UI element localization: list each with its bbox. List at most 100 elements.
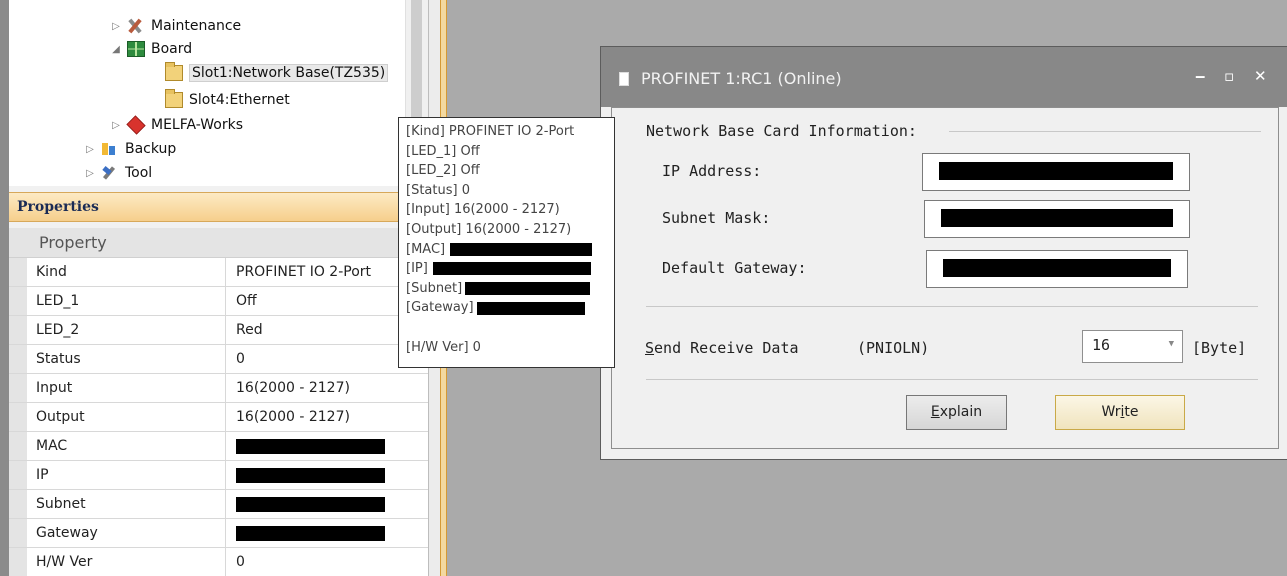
redacted-value	[236, 525, 385, 541]
profinet-dialog: PROFINET 1:RC1 (Online) ‒ ▫ ✕ Network Ba…	[600, 46, 1287, 460]
tooltip-line: [LED_1] Off	[406, 143, 480, 159]
property-value: 0	[236, 554, 245, 570]
tooltip-line: [Input] 16(2000 - 2127)	[406, 202, 560, 218]
default-gateway-label: Default Gateway:	[662, 259, 807, 277]
property-name: H/W Ver	[9, 548, 226, 576]
property-row-status[interactable]: Status 0	[9, 345, 428, 374]
tooltip-line: [Status] 0	[406, 182, 470, 198]
redacted-value	[450, 242, 593, 256]
property-row-mac[interactable]: MAC	[9, 432, 428, 461]
expand-arrow-icon[interactable]: ▷	[83, 168, 97, 179]
property-grid: Property Kind PROFINET IO 2-Port LED_1 Off…	[9, 228, 428, 576]
subnet-mask-field[interactable]	[924, 200, 1190, 238]
property-row-gateway[interactable]: Gateway	[9, 519, 428, 548]
document-icon	[619, 72, 629, 86]
property-name: Kind	[9, 258, 226, 286]
write-button[interactable]: Write	[1055, 395, 1185, 430]
expand-arrow-icon[interactable]: ▷	[109, 120, 123, 131]
expand-arrow-icon[interactable]: ▷	[109, 21, 123, 32]
tree-node-backup[interactable]: ▷ Backup	[83, 138, 176, 160]
minimize-button[interactable]: ‒	[1195, 67, 1205, 85]
ip-address-field[interactable]	[922, 153, 1190, 191]
redacted-value	[236, 438, 385, 454]
parameter-name-label: (PNIOLN)	[857, 339, 930, 357]
dialog-titlebar[interactable]: PROFINET 1:RC1 (Online) ‒ ▫ ✕	[601, 47, 1287, 107]
tooltip-line: [Subnet]	[406, 279, 614, 299]
tree-node-label: Backup	[125, 141, 177, 157]
send-receive-data-label: Send Receive Data	[645, 339, 799, 357]
tooltip-key: [IP]	[406, 261, 428, 277]
tree-node-slot1-network-base[interactable]: Slot1:Network Base(TZ535)	[165, 62, 389, 84]
tree-node-slot4-ethernet[interactable]: Slot4:Ethernet	[165, 89, 290, 111]
left-panel: ▷ Maintenance ◢ Board Slot1:Network Base…	[0, 0, 440, 576]
left-edge-strip	[0, 0, 9, 576]
tooltip-key: [Subnet]	[406, 280, 463, 296]
redacted-value	[465, 282, 591, 296]
tooltip-line: [Output] 16(2000 - 2127)	[406, 221, 572, 237]
slot-info-tooltip: [Kind] PROFINET IO 2-Port [LED_1] Off [L…	[398, 117, 615, 368]
tool-icon	[101, 165, 119, 181]
property-name: Input	[9, 374, 226, 402]
backup-icon	[101, 141, 119, 157]
property-group-header[interactable]: Property	[9, 228, 428, 258]
close-button[interactable]: ✕	[1254, 67, 1267, 85]
tooltip-line: [Kind] PROFINET IO 2-Port	[406, 124, 575, 139]
properties-title: Properties	[17, 199, 99, 215]
tree-node-board[interactable]: ◢ Board	[109, 38, 192, 60]
label-text: end Receive Data	[654, 339, 799, 357]
redacted-value	[939, 162, 1173, 180]
dropdown-arrow-icon[interactable]: ▼	[1169, 339, 1174, 349]
separator	[646, 306, 1258, 307]
explain-button[interactable]: Explain	[906, 395, 1007, 430]
property-name: LED_1	[9, 287, 226, 315]
dialog-body: Network Base Card Information: IP Addres…	[611, 107, 1279, 449]
property-row-led1[interactable]: LED_1 Off	[9, 287, 428, 316]
collapse-arrow-icon[interactable]: ◢	[109, 44, 123, 55]
tooltip-line: [MAC]	[406, 240, 614, 260]
tree-node-label: Maintenance	[151, 18, 242, 34]
tooltip-line: [LED_2] Off	[406, 163, 480, 179]
project-tree[interactable]: ▷ Maintenance ◢ Board Slot1:Network Base…	[9, 0, 405, 186]
property-row-output[interactable]: Output 16(2000 - 2127)	[9, 403, 428, 432]
maximize-button[interactable]: ▫	[1224, 67, 1234, 85]
button-label: Wr	[1101, 404, 1121, 420]
property-name: Status	[9, 345, 226, 373]
expand-arrow-icon[interactable]: ▷	[83, 144, 97, 155]
button-label: te	[1124, 404, 1139, 420]
property-row-subnet[interactable]: Subnet	[9, 490, 428, 519]
property-row-kind[interactable]: Kind PROFINET IO 2-Port	[9, 258, 428, 287]
dialog-title: PROFINET 1:RC1 (Online)	[641, 69, 842, 88]
property-row-input[interactable]: Input 16(2000 - 2127)	[9, 374, 428, 403]
property-row-ip[interactable]: IP	[9, 461, 428, 490]
tooltip-line	[406, 318, 614, 338]
byte-size-select[interactable]: 16 ▼	[1082, 330, 1183, 363]
property-value: 16(2000 - 2127)	[236, 409, 350, 425]
default-gateway-field[interactable]	[926, 250, 1188, 288]
board-icon	[127, 41, 145, 57]
tree-node-label: Tool	[125, 165, 153, 181]
property-name: IP	[9, 461, 226, 489]
redacted-value	[236, 467, 385, 483]
separator	[646, 379, 1258, 380]
tree-node-tool[interactable]: ▷ Tool	[83, 162, 152, 184]
mnemonic-char: S	[645, 339, 655, 357]
property-name: Subnet	[9, 490, 226, 518]
scrollbar-thumb[interactable]	[411, 0, 422, 120]
property-group-label: Property	[39, 233, 107, 252]
redacted-value	[941, 209, 1173, 227]
property-row-led2[interactable]: LED_2 Red	[9, 316, 428, 345]
tooltip-line: [Gateway]	[406, 298, 614, 318]
tree-node-melfa-works[interactable]: ▷ MELFA-Works	[109, 114, 243, 136]
redacted-value	[943, 259, 1171, 277]
tree-node-maintenance[interactable]: ▷ Maintenance	[109, 15, 241, 37]
tooltip-key: [Gateway]	[406, 300, 474, 316]
folder-icon	[165, 89, 183, 108]
redacted-value	[476, 301, 585, 315]
button-label: xplain	[939, 404, 983, 420]
maintenance-icon	[127, 18, 145, 34]
property-value: 16(2000 - 2127)	[236, 380, 350, 396]
folder-icon	[165, 62, 183, 81]
property-row-hw-ver[interactable]: H/W Ver 0	[9, 548, 428, 576]
melfa-works-icon	[126, 115, 146, 135]
tree-node-label: MELFA-Works	[151, 117, 243, 133]
